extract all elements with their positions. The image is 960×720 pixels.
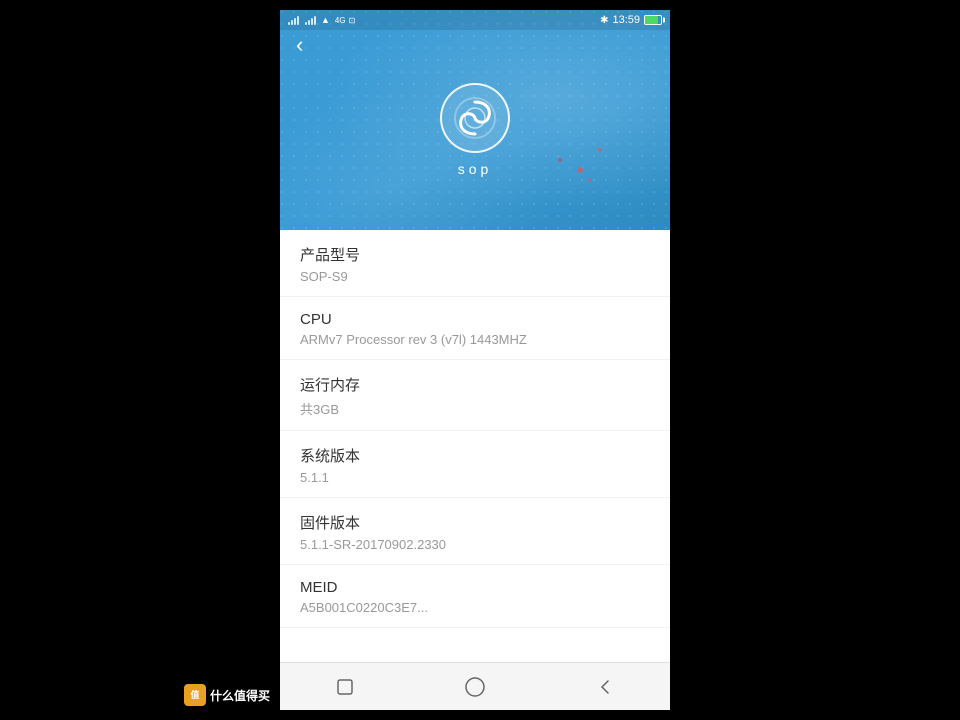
wifi-icon: ▲ <box>321 15 330 25</box>
label-ram: 运行内存 <box>300 374 650 395</box>
sop-svg-icon <box>451 94 499 142</box>
battery-icon <box>644 15 662 25</box>
screen-icon: ⊡ <box>349 16 356 25</box>
label-firmware: 固件版本 <box>300 512 650 533</box>
value-firmware: 5.1.1-SR-20170902.2330 <box>300 537 650 552</box>
signal-bars <box>288 15 299 25</box>
nav-recent-apps[interactable] <box>325 667 365 707</box>
bottom-nav <box>280 662 670 710</box>
back-button[interactable]: ‹ <box>296 32 303 58</box>
label-model: 产品型号 <box>300 244 650 265</box>
watermark-text: 什么值得买 <box>210 687 270 704</box>
info-list: 产品型号 SOP-S9 CPU ARMv7 Processor rev 3 (v… <box>280 230 670 662</box>
hero-section: ‹ sop <box>280 10 670 230</box>
data-icon: 4G <box>335 16 346 25</box>
nav-home[interactable] <box>455 667 495 707</box>
value-ram: 共3GB <box>300 399 650 418</box>
bluetooth-icon: ✱ <box>600 15 608 26</box>
info-item-sysver: 系统版本 5.1.1 <box>280 431 670 498</box>
signal-bars-2 <box>305 15 316 25</box>
sop-circle <box>440 83 510 153</box>
value-sysver: 5.1.1 <box>300 470 650 485</box>
info-item-cpu: CPU ARMv7 Processor rev 3 (v7l) 1443MHZ <box>280 297 670 360</box>
brand-name: sop <box>458 161 493 177</box>
nav-back[interactable] <box>585 667 625 707</box>
value-meid: A5B001C0220C3E7... <box>300 600 650 615</box>
sop-logo: sop <box>440 83 510 177</box>
watermark-icon: 值 <box>184 684 206 706</box>
info-item-model: 产品型号 SOP-S9 <box>280 230 670 297</box>
phone-frame: ▲ 4G ⊡ ✱ 13:59 <box>280 10 670 710</box>
status-left: ▲ 4G ⊡ <box>288 15 355 25</box>
status-bar: ▲ 4G ⊡ ✱ 13:59 <box>280 10 670 30</box>
info-item-firmware: 固件版本 5.1.1-SR-20170902.2330 <box>280 498 670 565</box>
info-item-meid: MEID A5B001C0220C3E7... <box>280 565 670 628</box>
status-right: ✱ 13:59 <box>600 14 662 26</box>
value-model: SOP-S9 <box>300 269 650 284</box>
battery-fill <box>645 16 658 24</box>
watermark: 值 什么值得买 <box>184 684 270 706</box>
time-display: 13:59 <box>612 14 640 26</box>
label-meid: MEID <box>300 579 650 596</box>
label-cpu: CPU <box>300 311 650 328</box>
value-cpu: ARMv7 Processor rev 3 (v7l) 1443MHZ <box>300 332 650 347</box>
label-sysver: 系统版本 <box>300 445 650 466</box>
info-item-ram: 运行内存 共3GB <box>280 360 670 431</box>
